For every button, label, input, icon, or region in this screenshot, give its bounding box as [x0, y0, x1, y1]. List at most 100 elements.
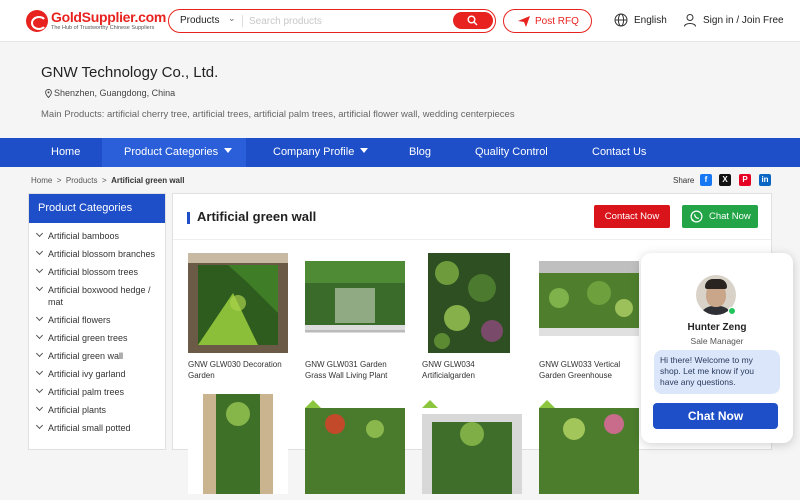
product-image[interactable]: [305, 394, 405, 494]
contact-now-button[interactable]: Contact Now: [594, 205, 670, 228]
sidebar-item-artificial-plants[interactable]: Artificial plants: [29, 401, 165, 419]
goldsupplier-logo[interactable]: GoldSupplier.com The Hub of Trustworthy …: [26, 9, 166, 33]
chat-now-button[interactable]: Chat Now: [682, 205, 758, 228]
chevron-down-icon: [35, 385, 44, 394]
breadcrumb-home[interactable]: Home: [31, 176, 52, 185]
chat-message: Hi there! Welcome to my shop. Let me kno…: [654, 350, 780, 394]
sidebar-item-label: Artificial green wall: [48, 351, 124, 361]
linkedin-icon[interactable]: in: [759, 174, 771, 186]
sidebar-item-artificial-green-wall[interactable]: Artificial green wall: [29, 347, 165, 365]
category-list: Artificial bamboos Artificial blossom br…: [29, 227, 165, 437]
product-card[interactable]: [305, 394, 405, 500]
product-card[interactable]: [539, 394, 639, 500]
avatar-hair: [705, 279, 727, 289]
nav-product-categories-label: Product Categories: [124, 146, 219, 158]
product-image[interactable]: [188, 394, 288, 494]
search-input[interactable]: [249, 13, 449, 29]
company-location-text: Shenzhen, Guangdong, China: [54, 88, 176, 98]
nav-quality-control[interactable]: Quality Control: [475, 138, 548, 167]
product-name[interactable]: GNW GLW033 Vertical Garden Greenhouse: [539, 359, 639, 381]
search-button[interactable]: [453, 12, 493, 29]
agent-role: Sale Manager: [690, 336, 744, 346]
breadcrumb-separator: >: [56, 176, 62, 185]
green-wall-photo: [305, 253, 405, 353]
agent-name: Hunter Zeng: [687, 322, 747, 333]
sidebar-item-artificial-green-trees[interactable]: Artificial green trees: [29, 329, 165, 347]
logo-icon: [26, 10, 48, 32]
product-card[interactable]: [188, 394, 288, 500]
company-main-products: Main Products: artificial cherry tree, a…: [41, 109, 515, 120]
chevron-down-icon: [35, 349, 44, 358]
sidebar-item-artificial-blossom-trees[interactable]: Artificial blossom trees: [29, 263, 165, 281]
sidebar-item-label: Artificial green trees: [48, 333, 128, 343]
signin-label: Sign in / Join Free: [703, 15, 784, 26]
chat-now-widget-button[interactable]: Chat Now: [653, 403, 778, 429]
product-card[interactable]: [422, 394, 522, 500]
sidebar-item-artificial-blossom-branches[interactable]: Artificial blossom branches: [29, 245, 165, 263]
product-card[interactable]: GNW GLW031 Garden Grass Wall Living Plan…: [305, 253, 405, 381]
online-status-icon: [728, 307, 736, 315]
chevron-down-icon: [35, 367, 44, 376]
product-card[interactable]: GNW GLW034 Artificialgarden: [422, 253, 522, 381]
caret-down-icon: [360, 148, 369, 153]
nav-blog-label: Blog: [409, 146, 432, 158]
search-category[interactable]: Products: [180, 15, 219, 26]
nav-contact-us-label: Contact Us: [592, 146, 647, 158]
nav-blog[interactable]: Blog: [409, 138, 431, 167]
sidebar-item-artificial-small-potted[interactable]: Artificial small potted: [29, 419, 165, 437]
breadcrumb-products[interactable]: Products: [66, 176, 98, 185]
nav-product-categories[interactable]: Product Categories: [102, 138, 246, 167]
product-image[interactable]: [539, 253, 639, 353]
nav-home[interactable]: Home: [51, 138, 80, 167]
product-card[interactable]: GNW GLW033 Vertical Garden Greenhouse: [539, 253, 639, 381]
x-twitter-icon[interactable]: X: [719, 174, 731, 186]
sidebar-item-artificial-boxwood-hedge[interactable]: Artificial boxwood hedge / mat: [29, 281, 165, 311]
sidebar-item-artificial-flowers[interactable]: Artificial flowers: [29, 311, 165, 329]
sidebar-item-label: Artificial flowers: [48, 315, 111, 325]
sidebar-item-artificial-ivy-garland[interactable]: Artificial ivy garland: [29, 365, 165, 383]
chevron-down-icon: [35, 421, 44, 430]
breadcrumb: Home > Products > Artificial green wall: [31, 176, 184, 185]
pinterest-icon[interactable]: P: [739, 174, 751, 186]
product-name[interactable]: GNW GLW030 Decoration Garden: [188, 359, 288, 381]
breadcrumb-current: Artificial green wall: [111, 176, 185, 185]
globe-icon: [614, 13, 628, 27]
nav-company-profile[interactable]: Company Profile: [273, 138, 369, 167]
product-image[interactable]: [188, 253, 288, 353]
sidebar-item-label: Artificial palm trees: [48, 387, 125, 397]
whatsapp-icon: [690, 210, 703, 223]
sidebar-item-artificial-bamboos[interactable]: Artificial bamboos: [29, 227, 165, 245]
nav-company-profile-label: Company Profile: [273, 146, 355, 158]
logo-text: GoldSupplier.com: [51, 9, 166, 25]
product-image[interactable]: [422, 394, 522, 494]
share-label: Share: [673, 176, 695, 185]
post-rfq-button[interactable]: Post RFQ: [503, 9, 592, 33]
page-title: Artificial green wall: [197, 209, 317, 224]
main-nav: Home Product Categories Company Profile …: [0, 138, 800, 167]
company-banner: GNW Technology Co., Ltd. Shenzhen, Guang…: [0, 43, 800, 138]
product-name[interactable]: GNW GLW034 Artificialgarden: [422, 359, 522, 381]
logo-tagline: The Hub of Trustworthy Chinese Suppliers: [51, 25, 155, 31]
facebook-icon[interactable]: f: [700, 174, 712, 186]
chevron-down-icon: [35, 283, 44, 292]
company-location: Shenzhen, Guangdong, China: [45, 88, 175, 98]
chevron-down-icon: [35, 313, 44, 322]
nav-contact-us[interactable]: Contact Us: [592, 138, 646, 167]
green-wall-photo: [305, 394, 405, 494]
product-image[interactable]: [539, 394, 639, 494]
title-accent-bar: [187, 212, 190, 224]
caret-down-icon: [224, 148, 233, 153]
top-bar: GoldSupplier.com The Hub of Trustworthy …: [0, 0, 800, 42]
green-wall-photo: [422, 253, 522, 353]
product-card[interactable]: GNW GLW030 Decoration Garden: [188, 253, 288, 381]
product-image[interactable]: [305, 253, 405, 353]
sidebar-item-label: Artificial bamboos: [48, 231, 120, 241]
sidebar-item-artificial-palm-trees[interactable]: Artificial palm trees: [29, 383, 165, 401]
product-image[interactable]: [422, 253, 522, 353]
chevron-down-icon[interactable]: ⌄: [228, 13, 236, 24]
chevron-down-icon: [35, 265, 44, 274]
green-wall-photo: [422, 394, 522, 494]
location-pin-icon: [45, 89, 52, 98]
product-name[interactable]: GNW GLW031 Garden Grass Wall Living Plan…: [305, 359, 405, 381]
search-bar: Products ⌄: [168, 9, 496, 33]
